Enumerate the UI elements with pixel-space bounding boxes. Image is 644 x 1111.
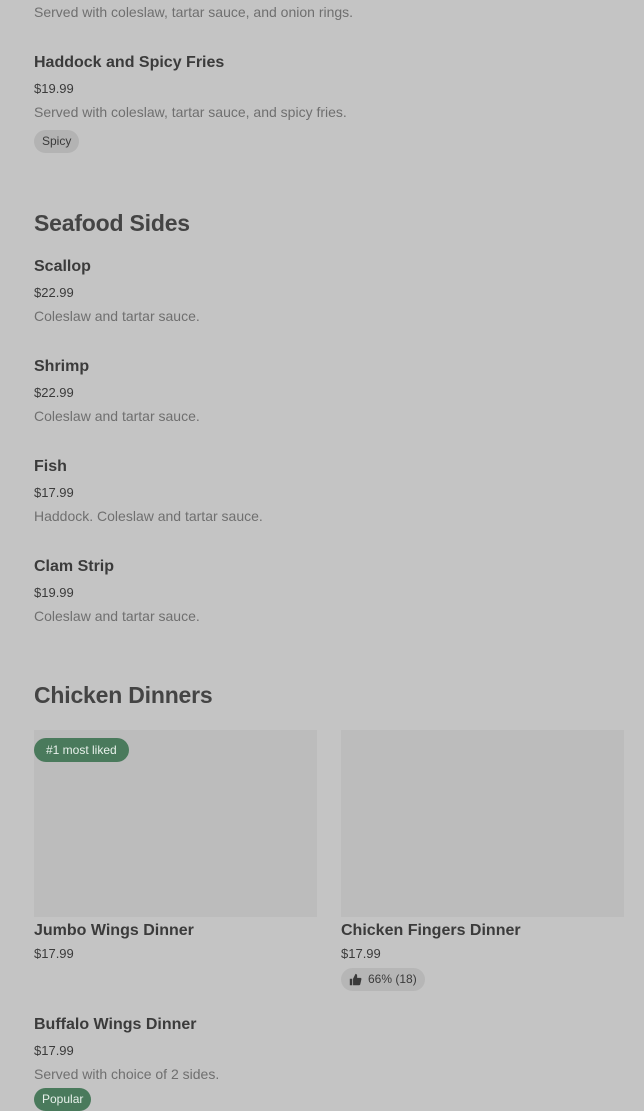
item-description: Served with coleslaw, tartar sauce, and … [34,4,354,20]
item-price: $17.99 [34,1043,74,1058]
menu-card-jumbo-wings-dinner[interactable]: #1 most liked Jumbo Wings Dinner $17.99 [34,730,317,970]
item-name: Buffalo Wings Dinner [34,1016,197,1033]
item-description: Coleslaw and tartar sauce. [34,608,200,624]
spicy-badge: Spicy [34,130,80,153]
most-liked-badge: #1 most liked [34,738,129,762]
item-price: $19.99 [34,585,74,600]
item-description: Served with coleslaw, tartar sauce, and … [34,104,347,120]
item-description: Coleslaw and tartar sauce. [34,408,200,424]
item-name: Haddock and Spicy Fries [34,54,225,71]
item-name: Clam Strip [34,558,115,575]
rating-text: 66% (18) [368,972,417,986]
section-title-chicken-dinners: Chicken Dinners [34,682,213,708]
item-name: Shrimp [34,358,90,375]
item-price: $19.99 [34,81,74,96]
popular-badge: Popular [34,1088,92,1111]
item-description: Haddock. Coleslaw and tartar sauce. [34,508,263,524]
menu-item-fish[interactable]: Fish $17.99 Haddock. Coleslaw and tartar… [34,456,624,536]
item-image [341,730,624,917]
thumbs-up-icon [349,973,362,986]
item-price: $17.99 [34,485,74,500]
item-price: $22.99 [34,385,74,400]
item-name: Jumbo Wings Dinner [34,922,194,939]
rating-badge: 66% (18) [341,968,425,991]
menu-item-shrimp[interactable]: Shrimp $22.99 Coleslaw and tartar sauce. [34,356,624,436]
item-price: $22.99 [34,285,74,300]
item-name: Chicken Fingers Dinner [341,922,521,939]
menu-item-buffalo-wings-dinner[interactable]: Buffalo Wings Dinner $17.99 Served with … [34,1014,624,1111]
item-name: Scallop [34,258,91,275]
menu-item-haddock-spicy-fries[interactable]: Haddock and Spicy Fries $19.99 Served wi… [34,52,624,162]
item-price: $17.99 [34,946,74,961]
menu-card-chicken-fingers-dinner[interactable]: Chicken Fingers Dinner $17.99 66% (18) [341,730,624,995]
item-name: Fish [34,458,67,475]
menu-item-scallop[interactable]: Scallop $22.99 Coleslaw and tartar sauce… [34,256,624,336]
item-description: Served with choice of 2 sides. [34,1066,220,1082]
item-price: $17.99 [341,946,381,961]
item-description: Coleslaw and tartar sauce. [34,308,200,324]
section-title-seafood-sides: Seafood Sides [34,210,190,236]
menu-item-clam-strip[interactable]: Clam Strip $19.99 Coleslaw and tartar sa… [34,556,624,636]
